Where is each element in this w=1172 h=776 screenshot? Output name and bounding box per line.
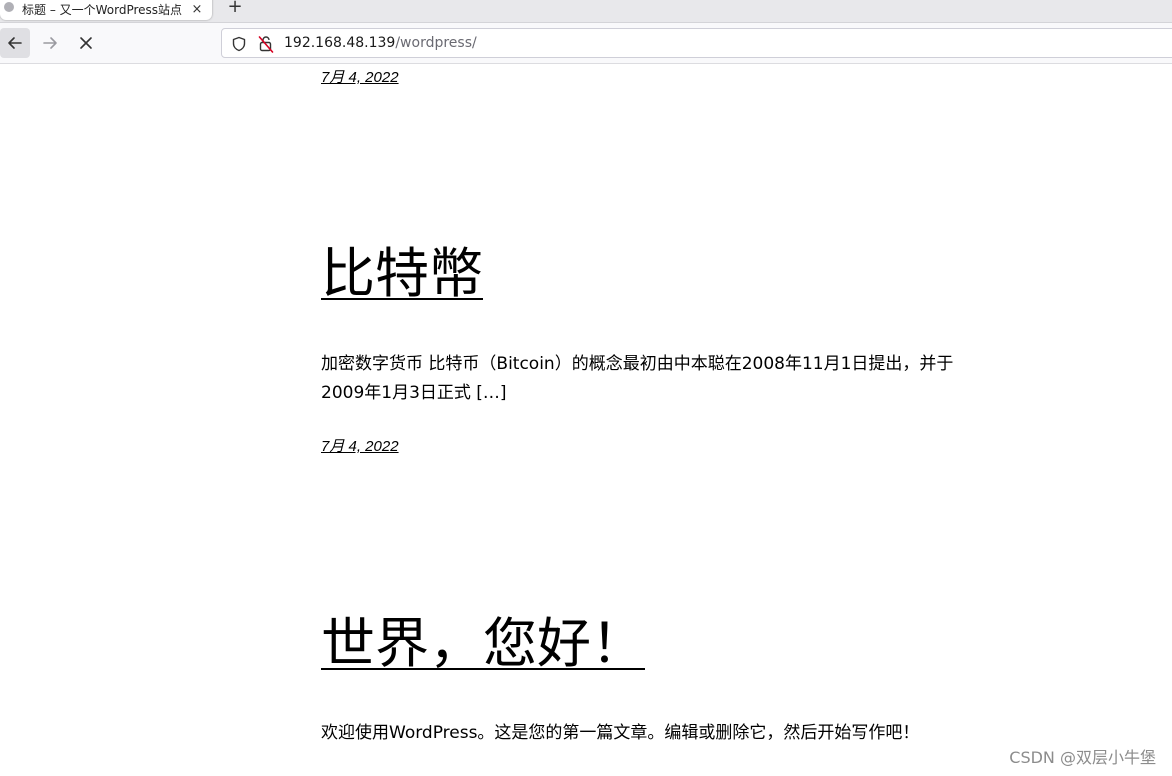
navigation-bar: 192.168.48.139/wordpress/ bbox=[0, 23, 1172, 64]
tab-strip: 标题 – 又一个WordPress站点 × + bbox=[0, 0, 1172, 23]
close-icon bbox=[80, 37, 92, 49]
post-title-link[interactable]: 比特幣 bbox=[321, 247, 483, 301]
close-tab-icon[interactable]: × bbox=[190, 2, 204, 17]
browser-tab-active[interactable]: 标题 – 又一个WordPress站点 × bbox=[0, 0, 212, 20]
arrow-right-icon bbox=[43, 37, 57, 49]
post-title-link[interactable]: 世界，您好！ bbox=[321, 617, 645, 671]
csdn-watermark: CSDN @双层小牛堡 bbox=[1009, 748, 1156, 767]
forward-button[interactable] bbox=[35, 28, 65, 58]
back-button[interactable] bbox=[0, 28, 30, 58]
post-date-link[interactable]: 7月 4, 2022 bbox=[321, 66, 399, 87]
insecure-lock-icon[interactable] bbox=[258, 35, 274, 53]
url-bar[interactable]: 192.168.48.139/wordpress/ bbox=[221, 28, 1172, 58]
new-tab-button[interactable]: + bbox=[226, 0, 244, 17]
tab-title: 标题 – 又一个WordPress站点 bbox=[22, 2, 183, 17]
url-text[interactable]: 192.168.48.139/wordpress/ bbox=[284, 35, 477, 51]
url-host: 192.168.48.139 bbox=[284, 35, 396, 51]
shield-icon[interactable] bbox=[231, 36, 247, 52]
favicon-icon bbox=[4, 2, 14, 12]
url-path: /wordpress/ bbox=[395, 35, 477, 51]
post-date-link[interactable]: 7月 4, 2022 bbox=[321, 435, 399, 456]
arrow-left-icon bbox=[8, 37, 22, 49]
post-excerpt: 加密数字货币 比特币（Bitcoin）的概念最初由中本聪在2008年11月1日提… bbox=[321, 354, 954, 403]
page-content: 7月 4, 2022 比特幣 加密数字货币 比特币（Bitcoin）的概念最初由… bbox=[0, 64, 1172, 776]
stop-loading-button[interactable] bbox=[71, 28, 101, 58]
post-excerpt: 欢迎使用WordPress。这是您的第一篇文章。编辑或删除它，然后开始写作吧！ bbox=[321, 723, 920, 743]
